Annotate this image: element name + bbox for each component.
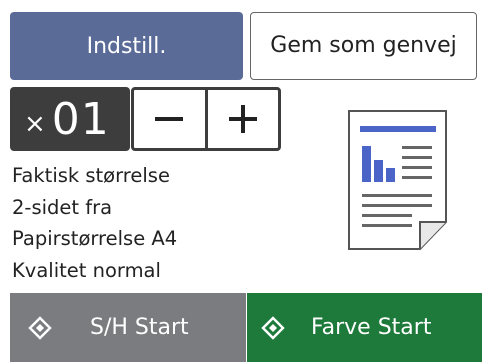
color-start-label: Farve Start xyxy=(311,315,432,340)
document-preview-icon xyxy=(348,110,448,250)
plus-icon xyxy=(228,105,257,133)
settings-summary[interactable]: Faktisk størrelse 2-sidet fra Papirstørr… xyxy=(12,160,252,286)
copy-screen: Indstill. Gem som genvej × 01 Faktisk st… xyxy=(0,0,482,362)
setting-duplex: 2-sidet fra xyxy=(12,195,113,219)
copies-prefix: × xyxy=(24,109,46,139)
copies-count: 01 xyxy=(51,93,110,145)
minus-icon xyxy=(155,117,184,121)
color-start-button[interactable]: Farve Start xyxy=(247,293,482,362)
save-as-shortcut-label: Gem som genvej xyxy=(270,33,457,58)
decrement-button[interactable] xyxy=(134,90,205,148)
increment-button[interactable] xyxy=(204,90,279,148)
setting-quality: Kvalitet normal xyxy=(12,258,161,282)
settings-button[interactable]: Indstill. xyxy=(10,12,243,80)
copies-stepper xyxy=(131,87,281,151)
diamond-start-icon xyxy=(28,315,52,340)
copies-display: × 01 xyxy=(10,87,130,151)
mono-start-label: S/H Start xyxy=(90,315,189,340)
setting-enlarge-reduce: Faktisk størrelse xyxy=(12,164,170,187)
start-bar: S/H Start Farve Start xyxy=(0,293,482,362)
save-as-shortcut-button[interactable]: Gem som genvej xyxy=(250,12,477,80)
diamond-start-icon xyxy=(261,315,285,340)
mono-start-button[interactable]: S/H Start xyxy=(10,293,246,362)
setting-paper-size: Papirstørrelse A4 xyxy=(12,227,178,250)
settings-button-label: Indstill. xyxy=(86,33,167,59)
